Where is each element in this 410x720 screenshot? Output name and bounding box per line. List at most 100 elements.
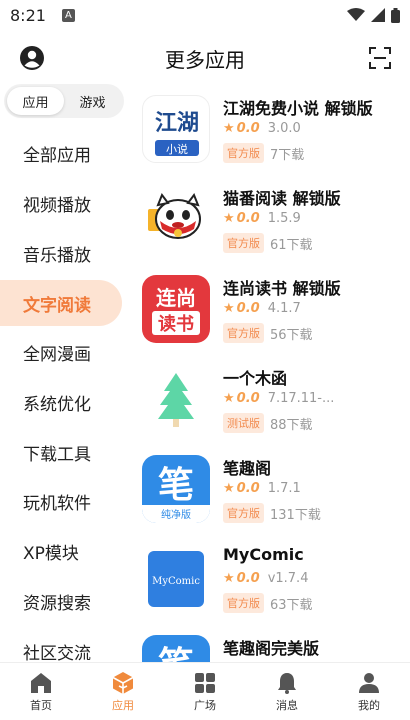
star-icon: ★ — [223, 301, 235, 316]
signal-icon — [371, 8, 385, 22]
app-downloads: 61下载 — [270, 237, 313, 253]
type-segment-control: 应用 游戏 — [4, 84, 124, 118]
svg-text:连尚: 连尚 — [156, 286, 196, 310]
app-version: v1.7.4 — [267, 571, 309, 586]
bell-icon — [278, 672, 296, 694]
mycomic-icon: MyComic — [142, 545, 210, 613]
app-list-item[interactable]: MyComic MyComic ★ 0.0 v1.7.4 官方版 63下载 — [128, 541, 410, 631]
app-downloads: 63下载 — [270, 597, 313, 613]
svg-text:笔: 笔 — [158, 644, 194, 662]
app-tags: 官方版 131下载 — [223, 503, 321, 523]
svg-text:江湖: 江湖 — [155, 110, 199, 136]
app-header: 更多应用 — [0, 36, 410, 80]
app-list-item[interactable]: 连尚 读书 连尚读书 解锁版 ★ 0.0 4.1.7 官方版 56下载 — [128, 271, 410, 361]
biquge-perfect-icon: 笔 — [142, 635, 210, 662]
segment-apps[interactable]: 应用 — [7, 87, 64, 115]
app-version: 4.1.7 — [267, 301, 301, 316]
app-list-item[interactable]: 笔 笔趣阁完美版 — [128, 631, 410, 662]
category-item[interactable]: 系统优化 — [0, 378, 128, 428]
app-version: 3.0.0 — [267, 121, 301, 136]
app-name: 连尚读书 解锁版 — [223, 279, 341, 298]
app-tag-badge: 官方版 — [223, 593, 264, 613]
app-list-item[interactable]: 猫番阅读 解锁版 ★ 0.0 1.5.9 官方版 61下载 — [128, 181, 410, 271]
segment-games[interactable]: 游戏 — [64, 87, 121, 115]
app-list: 江湖 小说 江湖免费小说 解锁版 ★ 0.0 3.0.0 官方版 7下载 猫番阅… — [128, 80, 410, 662]
app-list-item[interactable]: 一个木函 ★ 0.0 7.17.11-... 测试版 88下载 — [128, 361, 410, 451]
apps-cube-icon — [112, 671, 134, 694]
app-meta: ★ 0.0 4.1.7 — [223, 301, 301, 316]
app-rating: 0.0 — [236, 121, 260, 136]
app-meta: ★ 0.0 1.5.9 — [223, 211, 301, 226]
app-tags: 官方版 61下载 — [223, 233, 313, 253]
scan-button[interactable] — [366, 44, 394, 72]
app-version: 7.17.11-... — [267, 391, 335, 406]
category-item[interactable]: 社区交流 — [0, 626, 128, 662]
category-item[interactable]: XP模块 — [0, 527, 128, 577]
app-name: 笔趣阁完美版 — [223, 639, 320, 658]
category-item[interactable]: 资源搜索 — [0, 577, 128, 627]
app-rating: 0.0 — [236, 481, 260, 496]
notification-icon: A — [61, 8, 75, 22]
category-item-active[interactable]: 文字阅读 — [0, 280, 122, 327]
app-downloads: 131下载 — [270, 507, 321, 523]
nav-home[interactable]: 首页 — [0, 663, 82, 720]
app-tags: 官方版 7下载 — [223, 143, 304, 163]
app-rating: 0.0 — [236, 571, 260, 586]
app-rating: 0.0 — [236, 301, 260, 316]
biquge-icon: 笔 纯净版 — [142, 455, 210, 523]
category-item[interactable]: 下载工具 — [0, 427, 128, 477]
app-rating: 0.0 — [236, 211, 260, 226]
svg-text:小说: 小说 — [166, 142, 188, 156]
app-downloads: 88下载 — [270, 417, 313, 433]
app-rating: 0.0 — [236, 391, 260, 406]
app-list-item[interactable]: 江湖 小说 江湖免费小说 解锁版 ★ 0.0 3.0.0 官方版 7下载 — [128, 91, 410, 181]
battery-icon — [391, 7, 400, 23]
svg-text:MyComic: MyComic — [152, 576, 200, 587]
jianghu-novel-icon: 江湖 小说 — [142, 95, 210, 163]
app-meta: ★ 0.0 7.17.11-... — [223, 391, 334, 406]
star-icon: ★ — [223, 481, 235, 496]
home-icon — [31, 672, 51, 693]
tree-icon — [142, 365, 210, 433]
app-tag-badge: 官方版 — [223, 503, 264, 523]
category-item[interactable]: 全网漫画 — [0, 328, 128, 378]
nav-label: 消息 — [276, 698, 298, 712]
status-bar: 8:21 A — [0, 0, 410, 30]
svg-text:读书: 读书 — [158, 313, 194, 335]
app-tag-badge: 测试版 — [223, 413, 264, 433]
category-item[interactable]: 视频播放 — [0, 179, 128, 229]
nav-mine[interactable]: 我的 — [328, 663, 410, 720]
bottom-nav: 首页 应用 广场 消息 我的 — [0, 662, 410, 720]
status-indicators — [347, 7, 400, 23]
grid-icon — [195, 672, 215, 693]
nav-label: 广场 — [194, 698, 216, 712]
wifi-icon — [347, 8, 365, 21]
category-sidebar: 应用 游戏 全部应用 视频播放 音乐播放 文字阅读 全网漫画 系统优化 下载工具… — [0, 80, 128, 662]
page-title: 更多应用 — [165, 47, 245, 72]
nav-square[interactable]: 广场 — [164, 663, 246, 720]
app-name: MyComic — [223, 545, 304, 564]
app-list-item[interactable]: 笔 纯净版 笔趣阁 ★ 0.0 1.7.1 官方版 131下载 — [128, 451, 410, 541]
nav-label: 首页 — [30, 698, 52, 712]
app-name: 笔趣阁 — [223, 459, 272, 478]
svg-text:纯净版: 纯净版 — [161, 508, 191, 521]
app-name: 猫番阅读 解锁版 — [223, 189, 341, 208]
app-tags: 官方版 63下载 — [223, 593, 313, 613]
app-tags: 官方版 56下载 — [223, 323, 313, 343]
app-meta: ★ 0.0 v1.7.4 — [223, 571, 308, 586]
category-item[interactable]: 玩机软件 — [0, 477, 128, 527]
svg-text:笔: 笔 — [158, 464, 194, 506]
scan-icon — [369, 47, 391, 69]
app-downloads: 7下载 — [270, 147, 305, 163]
nav-messages[interactable]: 消息 — [246, 663, 328, 720]
app-tag-badge: 官方版 — [223, 323, 264, 343]
category-item[interactable]: 音乐播放 — [0, 228, 128, 278]
nav-apps[interactable]: 应用 — [82, 663, 164, 720]
nav-label: 我的 — [358, 698, 380, 712]
star-icon: ★ — [223, 571, 235, 586]
app-tag-badge: 官方版 — [223, 233, 264, 253]
star-icon: ★ — [223, 391, 235, 406]
status-time: 8:21 — [10, 5, 46, 25]
category-item[interactable]: 全部应用 — [0, 129, 128, 179]
app-meta: ★ 0.0 1.7.1 — [223, 481, 301, 496]
